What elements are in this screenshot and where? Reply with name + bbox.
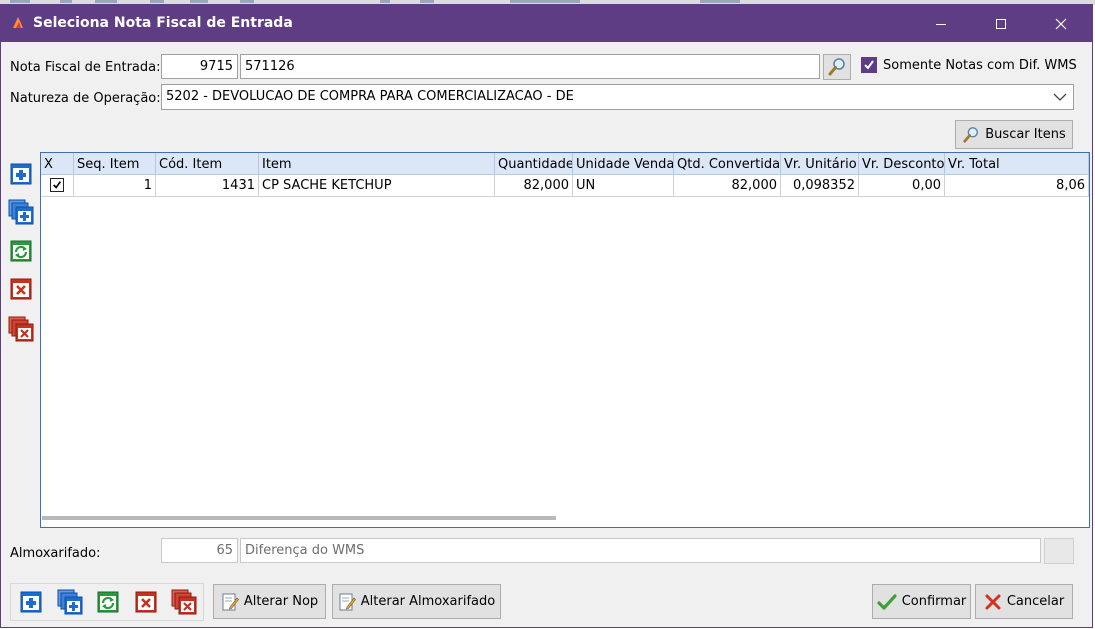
window-title: Seleciona Nota Fiscal de Entrada: [33, 15, 293, 31]
add-icon: [10, 163, 32, 185]
natureza-label: Natureza de Operação:: [10, 91, 161, 106]
chevron-down-icon: [1053, 93, 1067, 101]
delete-icon: [135, 591, 157, 613]
cell-unidade: UN: [573, 175, 674, 197]
edit-document-icon: [222, 593, 239, 610]
app-logo-icon: [13, 17, 23, 28]
refresh-icon: [97, 591, 119, 613]
minimize-icon: [936, 23, 946, 25]
magnifier-icon: [963, 126, 979, 143]
title-bar: Seleciona Nota Fiscal de Entrada: [1, 5, 1092, 42]
check-icon: [877, 593, 897, 610]
add-multiple-icon: [8, 199, 34, 225]
refresh-icon: [10, 240, 32, 262]
close-icon: [1055, 18, 1067, 29]
footer-add-multiple-button[interactable]: [56, 588, 84, 616]
magnifier-icon: [828, 58, 845, 76]
column-header-vr-unitario[interactable]: Vr. Unitário: [781, 153, 859, 175]
delete-item-button[interactable]: [7, 275, 35, 303]
edit-document-icon: [339, 593, 356, 610]
confirmar-label: Confirmar: [901, 594, 967, 609]
buscar-itens-label: Buscar Itens: [985, 127, 1066, 142]
row-checkbox[interactable]: [50, 178, 64, 192]
footer-delete-multiple-button[interactable]: [170, 588, 198, 616]
alterar-nop-button[interactable]: Alterar Nop: [213, 584, 326, 619]
cell-vr-desconto: 0,00: [859, 175, 945, 197]
column-header-item[interactable]: Item: [259, 153, 495, 175]
natureza-select[interactable]: 5202 - DEVOLUCAO DE COMPRA PARA COMERCIA…: [161, 84, 1074, 110]
column-header-quantidade[interactable]: Quantidade: [495, 153, 573, 175]
items-grid[interactable]: X Seq. Item Cód. Item Item Quantidade Un…: [40, 152, 1090, 528]
delete-multiple-button[interactable]: [7, 315, 35, 343]
almox-code-field: 65: [161, 538, 238, 563]
nf-search-button[interactable]: [823, 54, 851, 80]
cell-quantidade: 82,000: [495, 175, 573, 197]
column-header-unidade[interactable]: Unidade Venda: [573, 153, 674, 175]
almox-lookup-button[interactable]: [1044, 538, 1074, 564]
maximize-button[interactable]: [978, 5, 1024, 42]
footer-add-button[interactable]: [17, 588, 45, 616]
alterar-almoxarifado-button[interactable]: Alterar Almoxarifado: [332, 584, 501, 619]
column-header-vr-total[interactable]: Vr. Total: [945, 153, 1089, 175]
maximize-icon: [996, 18, 1006, 29]
column-header-qtd-convertida[interactable]: Qtd. Convertida: [674, 153, 781, 175]
add-multiple-icon: [57, 589, 83, 615]
add-icon: [20, 591, 42, 613]
horizontal-scrollbar[interactable]: [42, 516, 556, 520]
delete-icon: [10, 278, 32, 300]
nf-number-field[interactable]: 571126: [240, 54, 820, 79]
minimize-button[interactable]: [918, 5, 964, 42]
column-header-cod[interactable]: Cód. Item: [156, 153, 259, 175]
close-button[interactable]: [1038, 5, 1084, 42]
cell-vr-total: 8,06: [945, 175, 1089, 197]
checkmark-icon: [53, 181, 62, 189]
column-header-vr-desconto[interactable]: Vr. Desconto: [859, 153, 945, 175]
somente-checkbox[interactable]: [861, 57, 877, 73]
cancelar-button[interactable]: Cancelar: [975, 584, 1073, 619]
nf-code-field[interactable]: 9715: [161, 54, 238, 79]
table-row[interactable]: 1 1431 CP SACHE KETCHUP 82,000 UN 82,000…: [41, 175, 1089, 197]
add-multiple-button[interactable]: [7, 198, 35, 226]
almox-label: Almoxarifado:: [10, 546, 101, 561]
cell-vr-unitario: 0,098352: [781, 175, 859, 197]
cell-cod: 1431: [156, 175, 259, 197]
checkmark-icon: [864, 60, 874, 70]
footer-delete-button[interactable]: [132, 588, 160, 616]
cell-item: CP SACHE KETCHUP: [259, 175, 495, 197]
cancel-x-icon: [985, 594, 1001, 609]
column-header-seq[interactable]: Seq. Item: [74, 153, 156, 175]
cell-seq: 1: [74, 175, 156, 197]
add-item-button[interactable]: [7, 160, 35, 188]
cancelar-label: Cancelar: [1006, 594, 1065, 609]
confirmar-button[interactable]: Confirmar: [872, 584, 971, 619]
somente-label[interactable]: Somente Notas com Dif. WMS: [883, 58, 1077, 73]
delete-multiple-icon: [171, 589, 197, 615]
nf-label: Nota Fiscal de Entrada:: [10, 60, 161, 75]
natureza-value: 5202 - DEVOLUCAO DE COMPRA PARA COMERCIA…: [166, 89, 574, 104]
buscar-itens-button[interactable]: Buscar Itens: [955, 120, 1073, 149]
column-header-x[interactable]: X: [41, 153, 74, 175]
grid-header: X Seq. Item Cód. Item Item Quantidade Un…: [41, 153, 1089, 175]
alterar-almoxarifado-label: Alterar Almoxarifado: [360, 594, 496, 609]
refresh-button[interactable]: [7, 237, 35, 265]
footer-refresh-button[interactable]: [94, 588, 122, 616]
dialog-window: Seleciona Nota Fiscal de Entrada Nota Fi…: [0, 4, 1093, 628]
alterar-nop-label: Alterar Nop: [243, 594, 319, 609]
almox-description-field: Diferença do WMS: [240, 538, 1041, 563]
delete-multiple-icon: [8, 316, 34, 342]
row-checkbox-cell[interactable]: [41, 175, 74, 197]
cell-qtd-convertida: 82,000: [674, 175, 781, 197]
